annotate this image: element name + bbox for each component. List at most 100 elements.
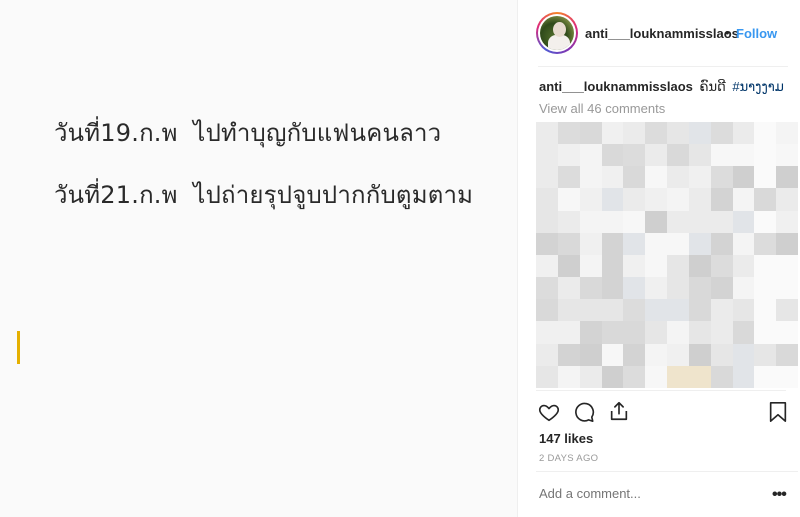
follow-button[interactable]: Follow: [736, 26, 777, 41]
mosaic-cell: [710, 210, 733, 233]
mosaic-cell: [536, 232, 558, 255]
mosaic-cell: [754, 277, 777, 300]
mosaic-cell: [754, 343, 777, 366]
mosaic-cell: [776, 122, 798, 145]
mosaic-cell: [557, 122, 580, 145]
speech-bubble-icon[interactable]: [573, 401, 595, 423]
mosaic-cell: [623, 144, 646, 167]
mosaic-cell: [601, 365, 624, 388]
post-text-line-2: วันที่21.ก.พ ไปถ่ายรุปจูบปากกับตูมตาม: [54, 181, 474, 209]
header-username-link[interactable]: anti___louknammisslaos: [585, 26, 739, 41]
mosaic-cell: [754, 365, 777, 388]
mosaic-cell: [667, 277, 689, 300]
mosaic-cell: [623, 299, 646, 322]
mosaic-cell: [688, 299, 711, 322]
mosaic-cell: [754, 321, 777, 344]
mosaic-cell: [601, 122, 624, 145]
mosaic-cell: [645, 343, 667, 366]
mosaic-cell: [645, 254, 667, 278]
text-cursor-mark: [17, 331, 20, 364]
mosaic-cell: [710, 188, 733, 211]
heart-icon[interactable]: [538, 401, 560, 423]
mosaic-cell: [732, 343, 755, 366]
mosaic-cell: [645, 144, 667, 167]
mosaic-cell: [667, 166, 689, 189]
mosaic-cell: [754, 254, 777, 278]
mosaic-cell: [623, 210, 646, 233]
mosaic-cell: [623, 343, 646, 366]
mosaic-cell: [710, 343, 733, 366]
caption-username-link[interactable]: anti___louknammisslaos: [539, 79, 693, 94]
share-icon[interactable]: [608, 400, 630, 422]
mosaic-cell: [579, 188, 602, 211]
mosaic-cell: [754, 166, 777, 189]
caption-hashtag-link[interactable]: #ນາງງາມ: [732, 79, 783, 94]
mosaic-cell: [688, 210, 711, 233]
mosaic-cell: [623, 321, 646, 344]
post-media[interactable]: วันที่19.ก.พ ไปทำบุญกับแฟนคนลาว วันที่21…: [0, 0, 517, 517]
mosaic-cell: [536, 365, 558, 388]
mosaic-cell: [732, 254, 755, 278]
mosaic-cell: [557, 210, 580, 233]
mosaic-cell: [710, 321, 733, 344]
mosaic-cell: [688, 277, 711, 300]
mosaic-cell: [667, 343, 689, 366]
mosaic-cell: [557, 144, 580, 167]
mosaic-cell: [732, 144, 755, 167]
mosaic-cell: [536, 277, 558, 300]
mosaic-cell: [667, 122, 689, 145]
more-options-icon[interactable]: •••: [772, 486, 787, 504]
mosaic-cell: [645, 232, 667, 255]
mosaic-cell: [754, 232, 777, 255]
mosaic-cell: [623, 254, 646, 278]
mosaic-cell: [557, 277, 580, 300]
mosaic-cell: [601, 277, 624, 300]
mosaic-cell: [710, 365, 733, 388]
bookmark-icon[interactable]: [768, 401, 788, 423]
mosaic-cell: [732, 122, 755, 145]
mosaic-cell: [732, 188, 755, 211]
mosaic-cell: [623, 122, 646, 145]
mosaic-cell: [710, 254, 733, 278]
mosaic-cell: [579, 232, 602, 255]
mosaic-cell: [601, 299, 624, 322]
mosaic-cell: [710, 144, 733, 167]
mosaic-cell: [623, 232, 646, 255]
mosaic-cell: [732, 232, 755, 255]
mosaic-cell: [601, 254, 624, 278]
mosaic-cell: [732, 299, 755, 322]
actions-divider: [536, 390, 786, 391]
mosaic-cell: [579, 144, 602, 167]
mosaic-cell: [710, 299, 733, 322]
mosaic-cell: [536, 188, 558, 211]
mosaic-cell: [710, 166, 733, 189]
mosaic-cell: [579, 122, 602, 145]
mosaic-cell: [776, 343, 798, 366]
mosaic-cell: [579, 321, 602, 344]
header-separator-dot: •: [725, 25, 730, 40]
mosaic-cell: [688, 365, 711, 388]
mosaic-cell: [776, 365, 798, 388]
caption-text: ຄົນດີ: [699, 79, 726, 94]
view-all-comments-link[interactable]: View all 46 comments: [539, 101, 665, 116]
mosaic-cell: [623, 365, 646, 388]
mosaic-cell: [776, 232, 798, 255]
mosaic-cell: [623, 277, 646, 300]
add-comment-input[interactable]: [539, 486, 759, 501]
avatar[interactable]: [536, 12, 578, 54]
post-text-line-1: วันที่19.ก.พ ไปทำบุญกับแฟนคนลาว: [54, 119, 442, 147]
likes-count[interactable]: 147 likes: [539, 431, 593, 446]
mosaic-cell: [688, 254, 711, 278]
mosaic-cell: [688, 232, 711, 255]
mosaic-cell: [645, 188, 667, 211]
mosaic-cell: [645, 166, 667, 189]
post-details-panel: anti___louknammisslaos • Follow anti___l…: [517, 0, 800, 517]
mosaic-cell: [645, 299, 667, 322]
mosaic-cell: [536, 254, 558, 278]
mosaic-cell: [667, 321, 689, 344]
mosaic-cell: [688, 321, 711, 344]
mosaic-cell: [601, 232, 624, 255]
post-timestamp[interactable]: 2 DAYS AGO: [539, 453, 598, 464]
mosaic-cell: [776, 210, 798, 233]
mosaic-cell: [557, 188, 580, 211]
